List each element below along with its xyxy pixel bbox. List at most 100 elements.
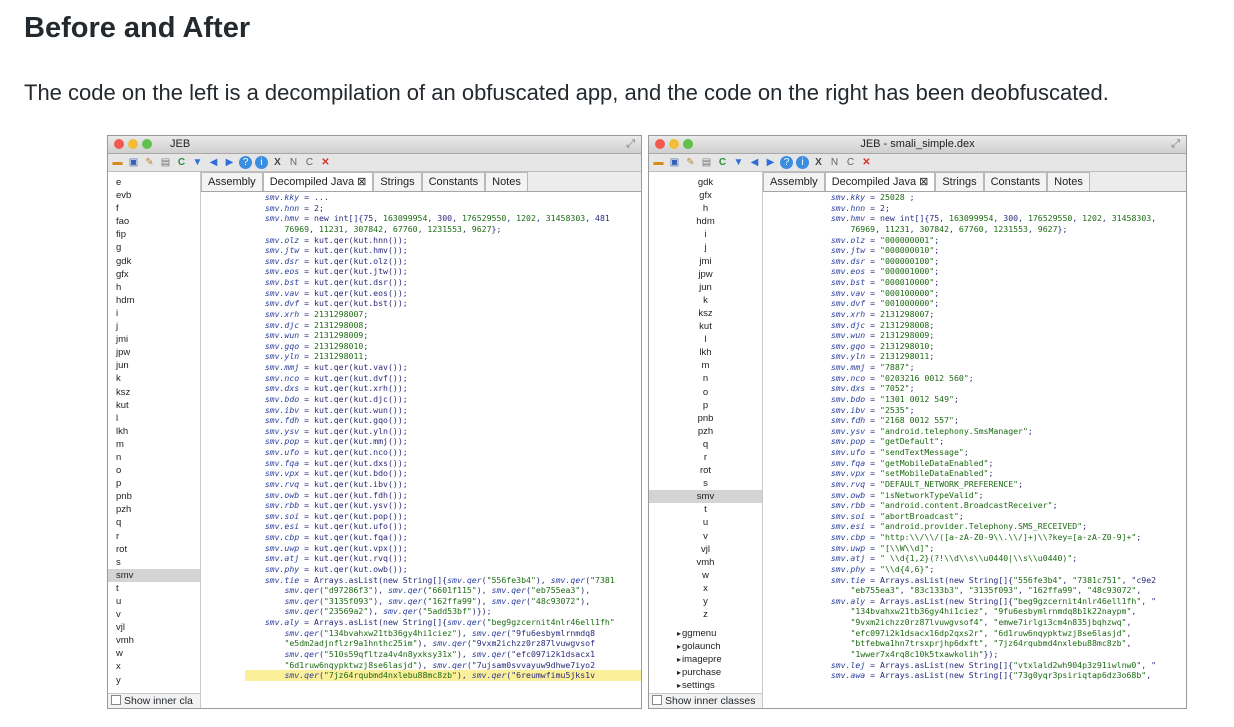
help-icon[interactable]: ? xyxy=(780,156,793,169)
sidebar-item-t[interactable]: t xyxy=(108,582,200,595)
show-inner-classes-toggle[interactable]: Show inner classes xyxy=(649,693,762,708)
sidebar-item-fao[interactable]: fao xyxy=(108,215,200,228)
sidebar-item-lkh[interactable]: lkh xyxy=(108,425,200,438)
tab-assembly[interactable]: Assembly xyxy=(763,172,825,191)
sidebar-item-gfx[interactable]: gfx xyxy=(108,268,200,281)
info-icon[interactable]: i xyxy=(255,156,268,169)
sidebar-item-q[interactable]: q xyxy=(649,438,762,451)
tab-notes[interactable]: Notes xyxy=(485,172,528,191)
sidebar-item-y[interactable]: y xyxy=(649,595,762,608)
tab-constants[interactable]: Constants xyxy=(421,172,486,191)
refresh-icon[interactable]: C xyxy=(716,156,729,169)
sidebar-item-rot[interactable]: rot xyxy=(649,464,762,477)
sidebar-item-kut[interactable]: kut xyxy=(649,320,762,333)
sidebar-item-u[interactable]: u xyxy=(108,595,200,608)
sidebar-item-p[interactable]: p xyxy=(108,477,200,490)
sidebar-item-u[interactable]: u xyxy=(649,516,762,529)
sidebar-item-p[interactable]: p xyxy=(649,399,762,412)
sidebar-item-t[interactable]: t xyxy=(649,503,762,516)
back-icon[interactable]: ◀ xyxy=(207,156,220,169)
sidebar-item-k[interactable]: k xyxy=(649,294,762,307)
save-icon[interactable]: ▣ xyxy=(668,156,681,169)
package-purchase[interactable]: purchase xyxy=(649,666,762,679)
x-icon[interactable]: X xyxy=(812,156,825,169)
cancel-icon[interactable]: ✕ xyxy=(860,156,873,169)
sidebar-item-l[interactable]: l xyxy=(649,333,762,346)
forward-icon[interactable]: ▶ xyxy=(223,156,236,169)
help-icon[interactable]: ? xyxy=(239,156,252,169)
refresh-icon[interactable]: C xyxy=(175,156,188,169)
sidebar-item-vmh[interactable]: vmh xyxy=(108,634,200,647)
show-inner-classes-toggle[interactable]: Show inner cla xyxy=(108,693,200,708)
sidebar-item-r[interactable]: r xyxy=(649,451,762,464)
sidebar-item-ksz[interactable]: ksz xyxy=(649,307,762,320)
checkbox-icon[interactable] xyxy=(111,695,121,705)
folder-icon[interactable]: ▬ xyxy=(652,156,665,169)
sidebar-item-gfx[interactable]: gfx xyxy=(649,189,762,202)
sidebar-item-f[interactable]: f xyxy=(108,202,200,215)
left-code-view[interactable]: smv.kky = ... smv.hnn = 2; smv.hmv = new… xyxy=(201,192,641,708)
folder-icon[interactable]: ▬ xyxy=(111,156,124,169)
sidebar-item-lkh[interactable]: lkh xyxy=(649,346,762,359)
resize-icon[interactable]: ⤢ xyxy=(626,136,635,153)
close-button[interactable] xyxy=(114,139,124,149)
save-icon[interactable]: ▣ xyxy=(127,156,140,169)
sidebar-item-e[interactable]: e xyxy=(108,176,200,189)
cancel-icon[interactable]: ✕ xyxy=(319,156,332,169)
sidebar-item-pzh[interactable]: pzh xyxy=(108,503,200,516)
x-icon[interactable]: X xyxy=(271,156,284,169)
sidebar-item-r[interactable]: r xyxy=(108,530,200,543)
right-code-view[interactable]: smv.kky = 25028 ; smv.hnn = 2; smv.hmv =… xyxy=(763,192,1186,708)
sidebar-item-h[interactable]: h xyxy=(649,202,762,215)
c-icon[interactable]: C xyxy=(303,156,316,169)
sidebar-item-smv[interactable]: smv xyxy=(108,568,200,582)
zoom-button[interactable] xyxy=(142,139,152,149)
tab-strings[interactable]: Strings xyxy=(373,172,422,191)
sidebar-item-pnb[interactable]: pnb xyxy=(649,412,762,425)
checkbox-icon[interactable] xyxy=(652,695,662,705)
tab-constants[interactable]: Constants xyxy=(983,172,1048,191)
sidebar-item-vjl[interactable]: vjl xyxy=(108,621,200,634)
sidebar-item-n[interactable]: n xyxy=(108,451,200,464)
wrench-icon[interactable]: ✎ xyxy=(684,156,697,169)
sidebar-item-o[interactable]: o xyxy=(649,386,762,399)
sidebar-item-rot[interactable]: rot xyxy=(108,543,200,556)
info-icon[interactable]: i xyxy=(796,156,809,169)
filter-icon[interactable]: ▼ xyxy=(191,156,204,169)
sidebar-item-y[interactable]: y xyxy=(108,674,200,687)
n-icon[interactable]: N xyxy=(828,156,841,169)
sidebar-item-jmi[interactable]: jmi xyxy=(108,333,200,346)
sidebar-item-hdm[interactable]: hdm xyxy=(649,215,762,228)
tab-assembly[interactable]: Assembly xyxy=(201,172,263,191)
package-golaunch[interactable]: golaunch xyxy=(649,640,762,653)
sidebar-item-jun[interactable]: jun xyxy=(649,281,762,294)
sidebar-item-jpw[interactable]: jpw xyxy=(649,268,762,281)
sidebar-item-m[interactable]: m xyxy=(649,359,762,372)
sidebar-item-gdk[interactable]: gdk xyxy=(649,176,762,189)
sidebar-item-pzh[interactable]: pzh xyxy=(649,425,762,438)
sidebar-item-v[interactable]: v xyxy=(108,608,200,621)
sidebar-item-jpw[interactable]: jpw xyxy=(108,346,200,359)
sidebar-item-jun[interactable]: jun xyxy=(108,359,200,372)
sidebar-item-j[interactable]: j xyxy=(649,241,762,254)
n-icon[interactable]: N xyxy=(287,156,300,169)
filter-icon[interactable]: ▼ xyxy=(732,156,745,169)
sidebar-item-q[interactable]: q xyxy=(108,516,200,529)
c-icon[interactable]: C xyxy=(844,156,857,169)
tab-notes[interactable]: Notes xyxy=(1047,172,1090,191)
back-icon[interactable]: ◀ xyxy=(748,156,761,169)
copy-icon[interactable]: ▤ xyxy=(159,156,172,169)
sidebar-item-hdm[interactable]: hdm xyxy=(108,294,200,307)
sidebar-item-s[interactable]: s xyxy=(108,556,200,569)
copy-icon[interactable]: ▤ xyxy=(700,156,713,169)
sidebar-item-fip[interactable]: fip xyxy=(108,228,200,241)
sidebar-item-i[interactable]: i xyxy=(649,228,762,241)
minimize-button[interactable] xyxy=(128,139,138,149)
sidebar-item-vmh[interactable]: vmh xyxy=(649,556,762,569)
package-ggmenu[interactable]: ggmenu xyxy=(649,627,762,640)
sidebar-item-pnb[interactable]: pnb xyxy=(108,490,200,503)
tab-decompiled-java[interactable]: Decompiled Java ⊠ xyxy=(824,172,936,191)
sidebar-item-kut[interactable]: kut xyxy=(108,399,200,412)
tab-strings[interactable]: Strings xyxy=(935,172,984,191)
sidebar-item-gdk[interactable]: gdk xyxy=(108,255,200,268)
